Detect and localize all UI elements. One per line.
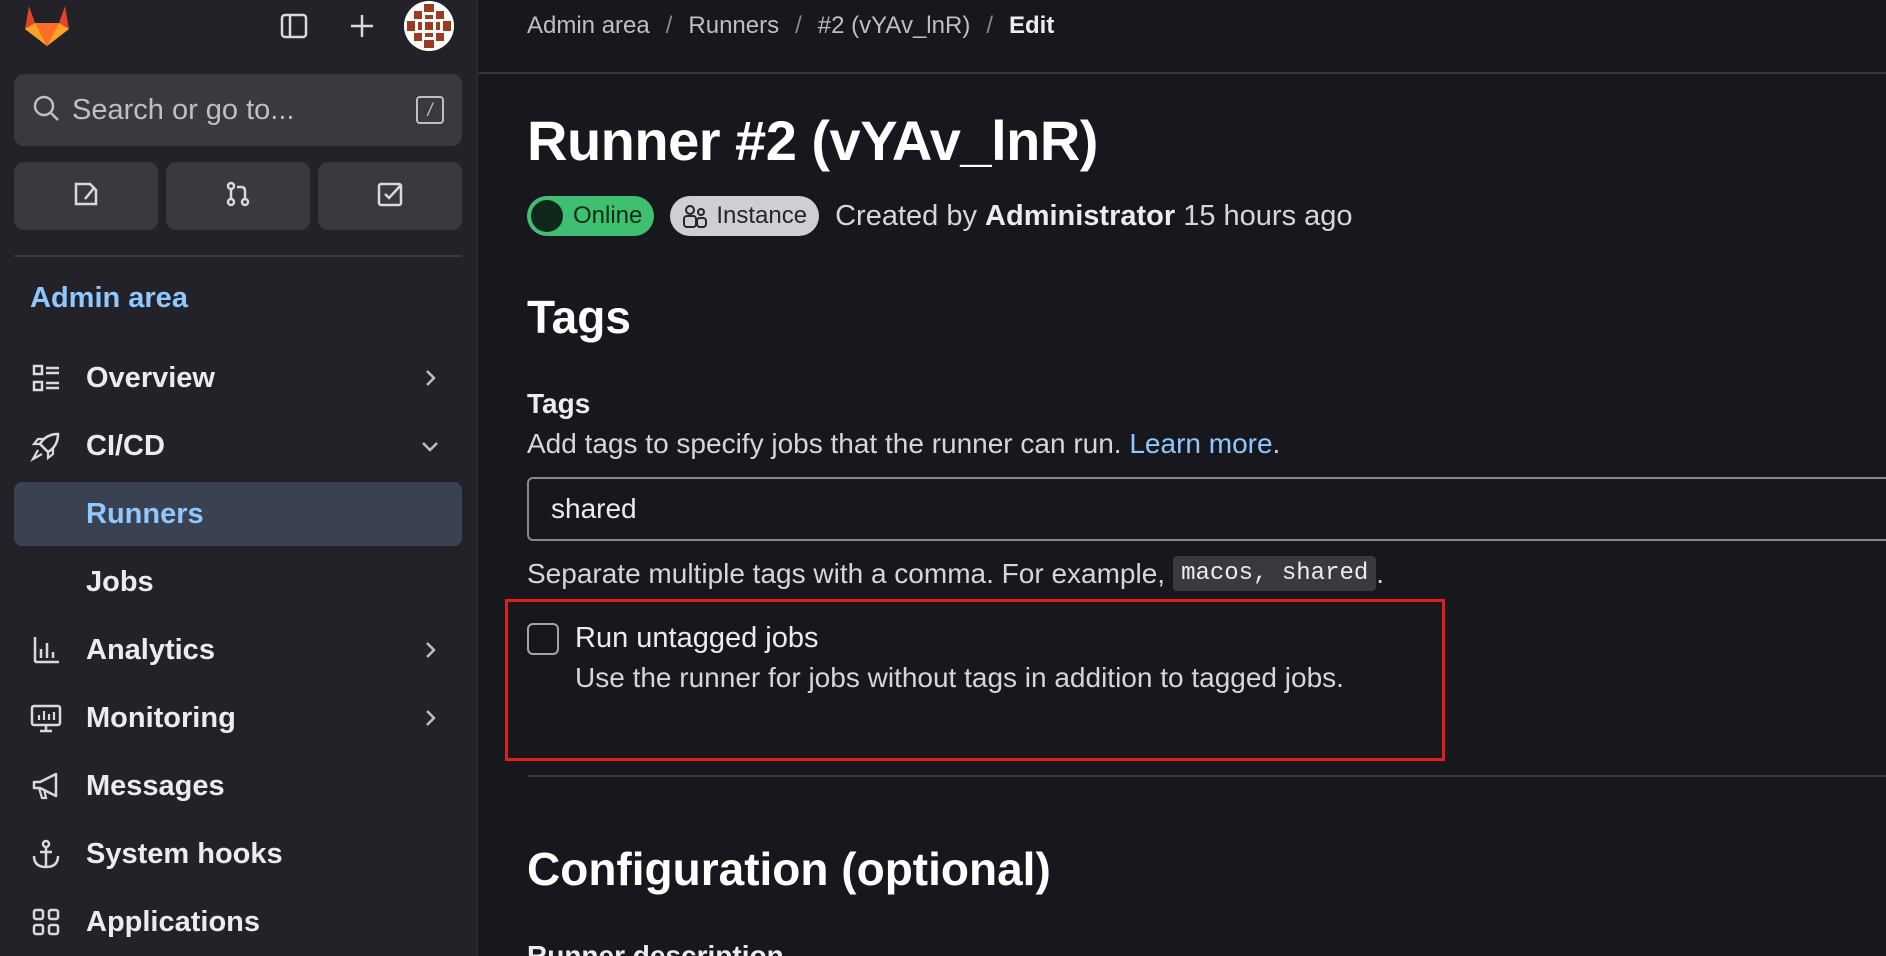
run-untagged-help: Use the runner for jobs without tags in … [575,662,1344,693]
breadcrumb-runner[interactable]: #2 (vYAv_lnR) [818,12,971,40]
created-prefix: Created by [835,199,977,232]
search-placeholder: Search or go to... [72,93,295,126]
users-icon [682,203,708,229]
description-period: . [1272,428,1281,459]
created-time: 15 hours ago [1183,199,1353,232]
sidebar-item-cicd[interactable]: CI/CD [14,414,462,478]
run-untagged-checkbox[interactable] [527,623,559,655]
gitlab-logo-icon[interactable] [20,0,74,50]
tags-field-description: Add tags to specify jobs that the runner… [527,428,1280,460]
learn-more-link[interactable]: Learn more [1129,428,1272,459]
tags-help-sentence: Separate multiple tags with a comma. For… [527,557,1166,589]
main-content: Admin area / Runners / #2 (vYAv_lnR) / E… [479,0,1886,956]
chevron-down-icon [418,434,442,458]
tags-input[interactable] [527,477,1886,541]
created-info: Created by Administrator 15 hours ago [835,200,1352,233]
sidebar-item-jobs[interactable]: Jobs [14,550,462,614]
sidebar-item-system-hooks[interactable]: System hooks [14,822,462,886]
sidebar-divider [14,255,462,257]
breadcrumb-admin-area[interactable]: Admin area [527,12,650,40]
sidebar-item-label: Applications [86,905,261,938]
sidebar-section-title[interactable]: Admin area [30,282,188,315]
sidebar-item-label: Jobs [86,565,154,598]
merge-request-icon [223,179,253,214]
header-divider [479,72,1886,74]
search-input[interactable]: Search or go to... / [14,74,462,146]
runner-meta: Online Instance Created by Administrator… [527,196,1353,236]
anchor-icon [28,836,64,872]
sidebar-item-label: Overview [86,361,215,394]
todos-button[interactable] [318,162,462,230]
keyboard-shortcut-hint: / [416,96,444,124]
plus-icon[interactable] [340,6,384,46]
chevron-right-icon [418,706,442,730]
page-title: Runner #2 (vYAv_lnR) [527,109,1098,172]
sidebar-item-label: System hooks [86,837,283,870]
breadcrumb-separator: / [795,12,802,39]
megaphone-icon [28,768,64,804]
sidebar-item-analytics[interactable]: Analytics [14,618,462,682]
sidebar-item-runners[interactable]: Runners [14,482,462,546]
sidebar-item-messages[interactable]: Messages [14,754,462,818]
tags-description-text: Add tags to specify jobs that the runner… [527,428,1122,459]
sidebar-toggle-icon[interactable] [272,6,316,46]
overview-icon [28,360,64,396]
sidebar: Search or go to... / Admin area Overview [0,0,478,956]
chevron-right-icon [418,638,442,662]
applications-grid-icon [28,904,64,940]
section-divider [527,775,1886,777]
search-icon [32,94,60,127]
status-badge: Online [527,196,655,236]
chevron-right-icon [418,366,442,390]
sidebar-item-monitoring[interactable]: Monitoring [14,686,462,750]
breadcrumb-separator: / [665,12,673,39]
tags-section-heading: Tags [527,291,631,343]
tags-help-end: . [1376,557,1385,589]
breadcrumb-runners[interactable]: Runners [688,12,779,40]
created-by-user[interactable]: Administrator [985,200,1175,232]
sidebar-item-label: Monitoring [86,701,236,734]
sidebar-item-label: Runners [86,497,204,530]
runner-description-label: Runner description [527,940,784,956]
sidebar-item-overview[interactable]: Overview [14,346,462,410]
tags-help-text: Separate multiple tags with a comma. For… [527,556,1384,591]
merge-requests-button[interactable] [166,162,310,230]
breadcrumb-current: Edit [1008,12,1055,39]
issues-icon [71,179,101,214]
sidebar-item-label: Analytics [86,633,215,666]
monitor-icon [28,700,64,736]
tags-example-code: macos, shared [1173,556,1377,591]
runner-type-label: Instance [716,202,808,229]
configuration-section-heading: Configuration (optional) [527,843,1051,895]
breadcrumb-separator: / [986,12,993,39]
sidebar-item-applications[interactable]: Applications [14,890,462,954]
app-window: Search or go to... / Admin area Overview [0,0,1886,956]
status-badge-label: Online [573,202,643,229]
rocket-icon [28,428,64,464]
status-dot-icon [531,200,563,232]
avatar[interactable] [404,1,454,51]
sidebar-item-label: CI/CD [86,429,165,462]
runner-type-badge: Instance [670,196,820,236]
run-untagged-label[interactable]: Run untagged jobs [575,622,818,655]
sidebar-item-label: Messages [86,769,225,802]
todo-checkbox-icon [375,179,405,214]
issues-button[interactable] [14,162,158,230]
breadcrumb: Admin area / Runners / #2 (vYAv_lnR) / E… [527,10,1054,42]
analytics-icon [28,632,64,668]
tags-field-label: Tags [527,388,591,419]
